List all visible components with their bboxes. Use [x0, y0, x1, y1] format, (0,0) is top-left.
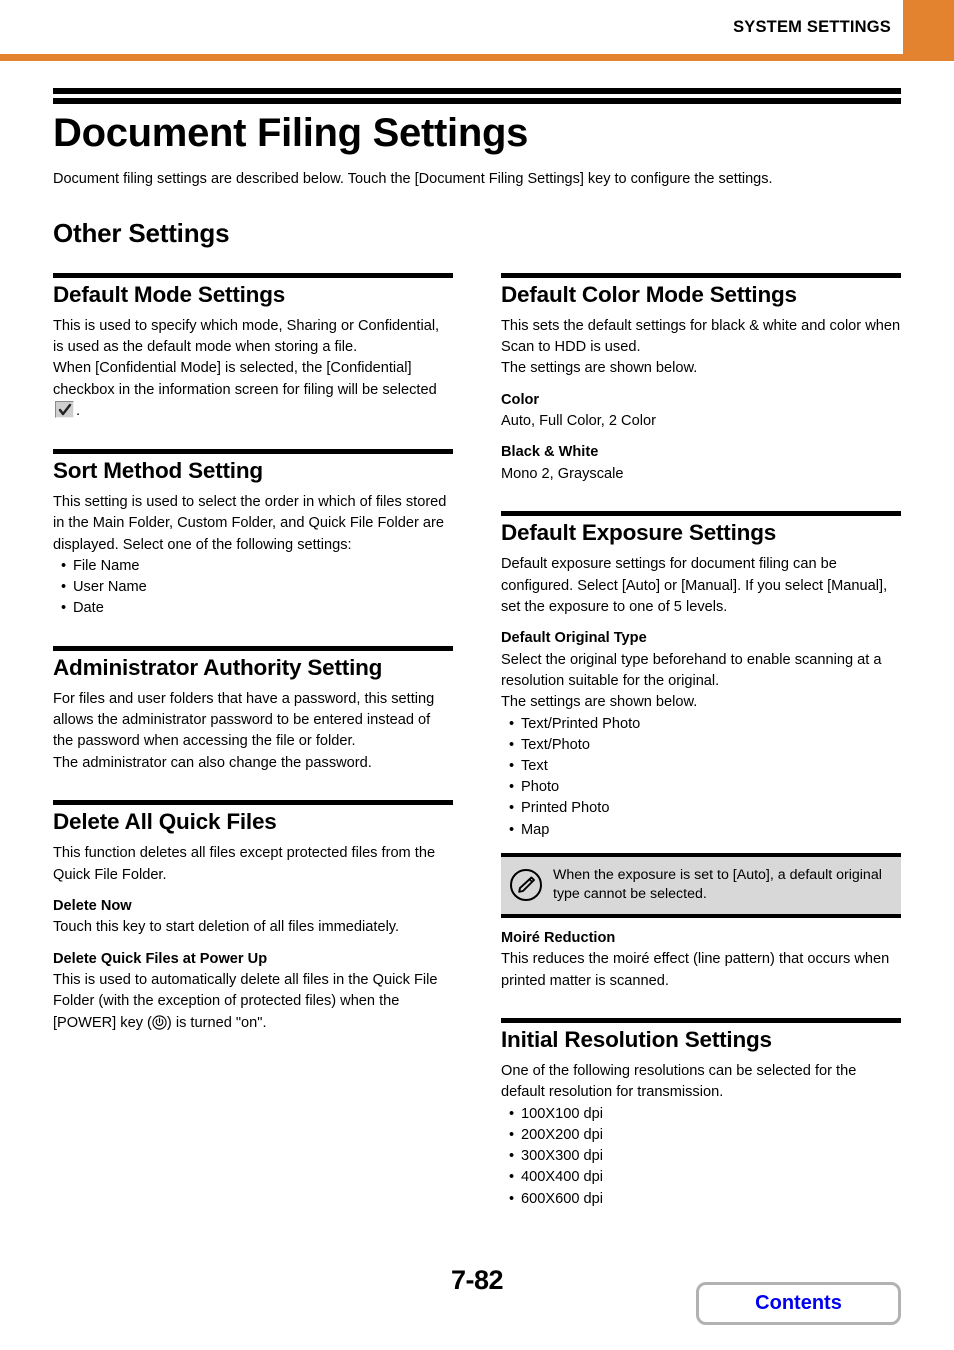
heading-administrator-authority-setting: Administrator Authority Setting: [53, 654, 383, 680]
note-pencil-icon: [509, 868, 543, 902]
subheading-default-original-type: Default Original Type: [501, 630, 647, 647]
list-item: User Name: [61, 577, 453, 598]
list-item: Photo: [509, 777, 901, 798]
left-column: Default Mode Settings This is used to sp…: [53, 272, 453, 1210]
subheading-black-and-white: Black & White: [501, 444, 599, 461]
header-accent-rule: [0, 54, 954, 61]
block-administrator-authority-setting: Administrator Authority Setting For file…: [53, 645, 453, 775]
subheading-color: Color: [501, 391, 540, 408]
right-column: Default Color Mode Settings This sets th…: [501, 272, 901, 1210]
text-delete-now: Touch this key to start deletion of all …: [53, 919, 400, 936]
text-color-values: Auto, Full Color, 2 Color: [501, 413, 656, 430]
text-delete-quick-files-at-power-up: This is used to automatically delete all…: [53, 970, 453, 1034]
header-accent-block: [903, 0, 954, 54]
page-intro-text: Document filing settings are described b…: [53, 171, 773, 187]
heading-default-exposure-settings: Default Exposure Settings: [501, 520, 777, 546]
block-delete-all-quick-files: Delete All Quick Files This function del…: [53, 800, 453, 1034]
text-default-mode-para1: This is used to specify which mode, Shar…: [53, 317, 440, 355]
block-rule: [53, 800, 453, 806]
block-rule: [53, 272, 453, 278]
heading-sort-method-setting: Sort Method Setting: [53, 457, 263, 483]
list-sort-method-options: File Name User Name Date: [53, 556, 453, 620]
list-item: 400X400 dpi: [509, 1167, 901, 1188]
block-initial-resolution-settings: Initial Resolution Settings One of the f…: [501, 1018, 901, 1210]
list-item: Text/Printed Photo: [509, 714, 901, 735]
section-title-other-settings: Other Settings: [53, 217, 230, 248]
heading-default-color-mode-settings: Default Color Mode Settings: [501, 281, 797, 307]
text-sort-method-para1: This setting is used to select the order…: [53, 493, 447, 553]
list-item: File Name: [61, 556, 453, 577]
list-item: Text/Photo: [509, 735, 901, 756]
text-power-up-after: ) is turned "on".: [166, 1014, 267, 1031]
text-black-and-white-values: Mono 2, Grayscale: [501, 465, 624, 482]
page-header: SYSTEM SETTINGS: [0, 0, 954, 62]
heading-default-mode-settings: Default Mode Settings: [53, 281, 286, 307]
text-admin-authority-para1: For files and user folders that have a p…: [53, 690, 435, 750]
text-default-mode-para2-before: When [Confidential Mode] is selected, th…: [53, 360, 437, 398]
subheading-moire-reduction: Moiré Reduction: [501, 929, 616, 946]
power-icon: [152, 1015, 167, 1030]
text-default-mode-para2-after: .: [76, 403, 81, 420]
list-item: Map: [509, 820, 901, 841]
page-body: Document Filing Settings Document filing…: [0, 62, 954, 1210]
note-text: When the exposure is set to [Auto], a de…: [553, 866, 882, 903]
list-item: 600X600 dpi: [509, 1189, 901, 1210]
list-item: 200X200 dpi: [509, 1125, 901, 1146]
text-admin-authority-para2: The administrator can also change the pa…: [53, 754, 372, 771]
text-default-original-type: Select the original type beforehand to e…: [501, 651, 882, 689]
block-rule: [501, 1018, 901, 1023]
block-sort-method-setting: Sort Method Setting This setting is used…: [53, 448, 453, 620]
two-column-layout: Default Mode Settings This is used to sp…: [0, 272, 954, 1210]
header-title: SYSTEM SETTINGS: [733, 18, 891, 36]
text-default-mode-para2: When [Confidential Mode] is selected, th…: [53, 358, 453, 422]
block-rule: [501, 511, 901, 517]
block-rule: [501, 272, 901, 278]
list-original-types: Text/Printed Photo Text/Photo Text Photo…: [501, 714, 901, 841]
block-default-exposure-settings: Default Exposure Settings Default exposu…: [501, 511, 901, 992]
list-item: Text: [509, 756, 901, 777]
note-box: When the exposure is set to [Auto], a de…: [501, 852, 901, 918]
text-initial-resolution-para1: One of the following resolutions can be …: [501, 1063, 857, 1101]
block-rule: [53, 645, 453, 651]
contents-button[interactable]: Contents: [696, 1282, 901, 1325]
list-item: 300X300 dpi: [509, 1146, 901, 1167]
list-item: 100X100 dpi: [509, 1104, 901, 1125]
list-item: Date: [61, 598, 453, 619]
text-delete-all-quick-files-para1: This function deletes all files except p…: [53, 845, 436, 883]
text-moire-reduction: This reduces the moiré effect (line patt…: [501, 951, 890, 989]
block-default-mode-settings: Default Mode Settings This is used to sp…: [53, 272, 453, 423]
text-default-color-mode-para2: The settings are shown below.: [501, 360, 698, 377]
page-title: Document Filing Settings: [53, 111, 529, 155]
block-rule: [53, 448, 453, 454]
list-resolutions: 100X100 dpi 200X200 dpi 300X300 dpi 400X…: [501, 1104, 901, 1210]
text-default-original-type-2: The settings are shown below.: [501, 694, 698, 711]
title-double-rule: [53, 88, 901, 104]
heading-initial-resolution-settings: Initial Resolution Settings: [501, 1027, 772, 1052]
list-item: Printed Photo: [509, 798, 901, 819]
checkbox-checked-icon: [55, 401, 74, 419]
heading-delete-all-quick-files: Delete All Quick Files: [53, 809, 277, 835]
page-footer: 7-82 Contents: [0, 1255, 954, 1350]
text-default-color-mode-para1: This sets the default settings for black…: [501, 317, 901, 355]
subheading-delete-now: Delete Now: [53, 898, 132, 915]
text-default-exposure-para1: Default exposure settings for document f…: [501, 556, 888, 615]
block-default-color-mode-settings: Default Color Mode Settings This sets th…: [501, 272, 901, 486]
subheading-delete-quick-files-at-power-up: Delete Quick Files at Power Up: [53, 950, 268, 967]
